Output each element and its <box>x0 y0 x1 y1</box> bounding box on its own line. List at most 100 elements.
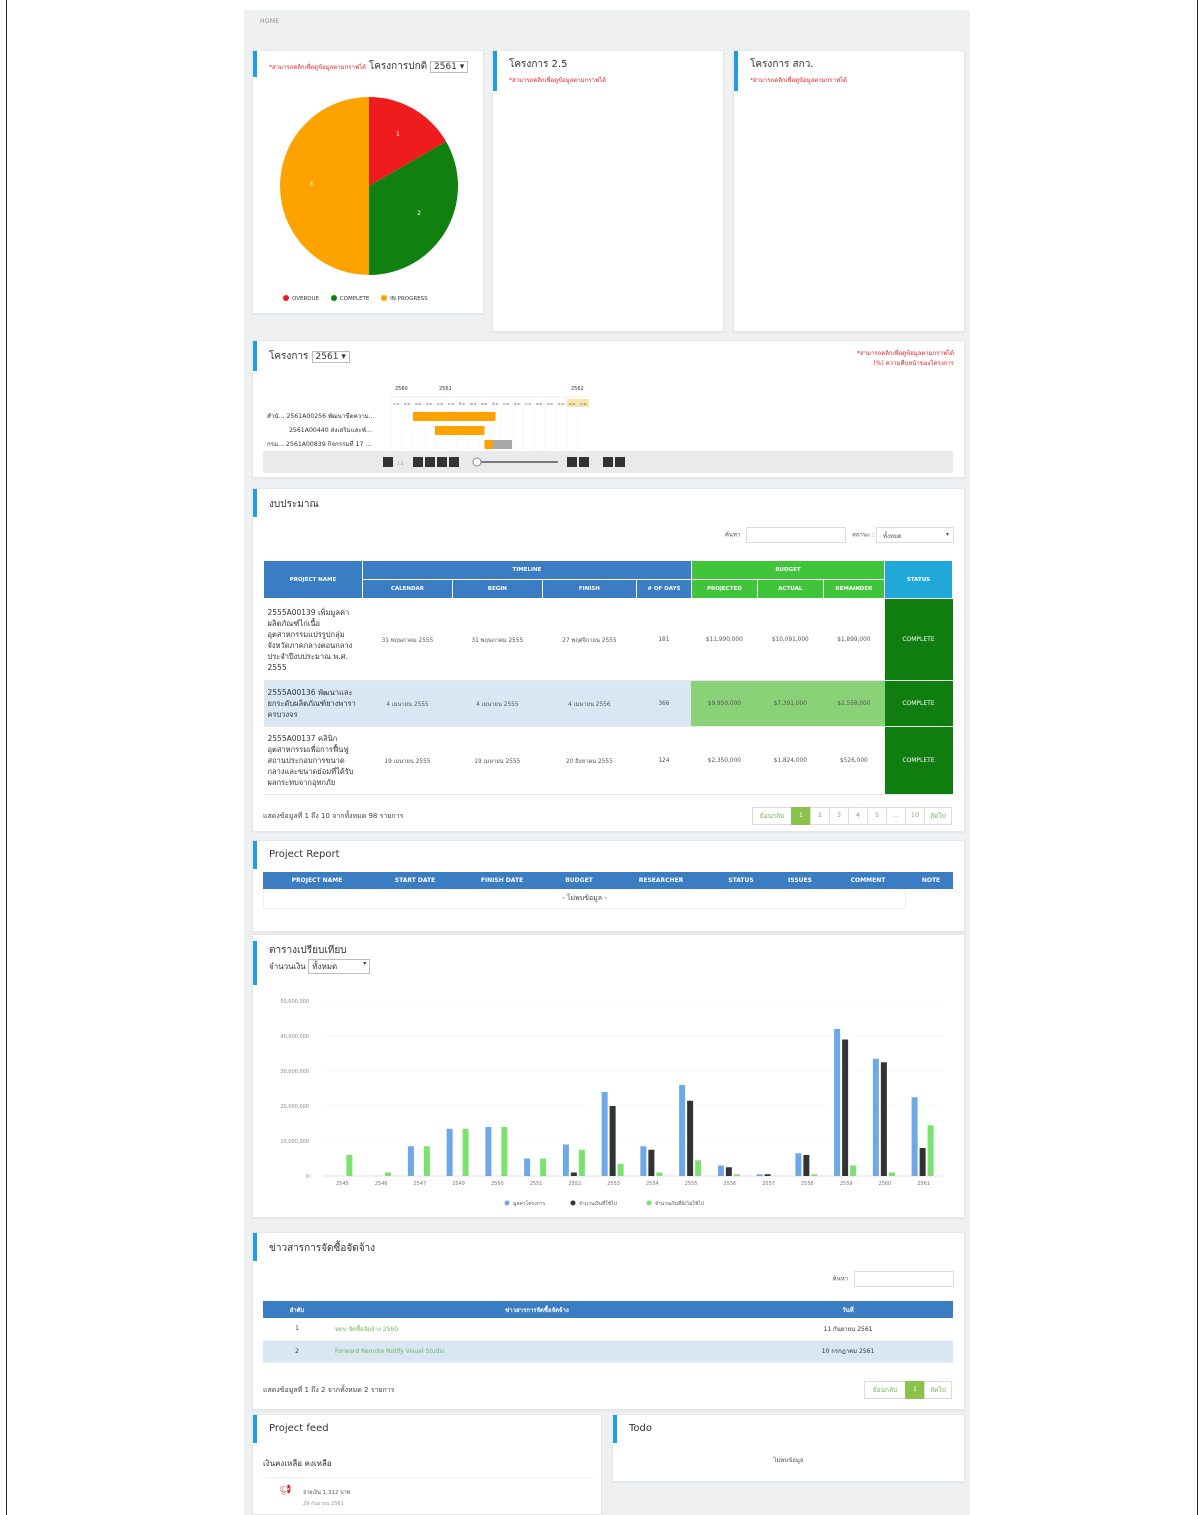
bar-project-value[interactable] <box>834 1029 841 1176</box>
status-pie-chart[interactable]: 1 2 3 <box>253 81 485 291</box>
table-row[interactable]: 2555A00137 คลินิกอุตสาหกรรมเพื่อการฟื้นฟ… <box>263 726 953 795</box>
bar-spent[interactable] <box>842 1039 849 1177</box>
bar-remaining[interactable] <box>501 1127 508 1176</box>
page-1[interactable]: 1 <box>905 1381 925 1399</box>
gantt-bar[interactable] <box>413 412 496 421</box>
bar-project-value[interactable] <box>524 1158 531 1177</box>
legend-in-progress[interactable]: IN PROGRESS <box>381 295 428 302</box>
col-begin[interactable]: BEGIN <box>451 579 543 599</box>
page-right-button[interactable] <box>615 457 625 467</box>
col-project-name[interactable]: PROJECT NAME <box>263 872 371 889</box>
feed-item-text[interactable]: จ่ายเงิน 1,312 บาท <box>303 1489 350 1497</box>
page-left-button[interactable] <box>603 457 613 467</box>
col-news[interactable]: ข่าวสารการจัดซื้อจัดจ้าง <box>331 1301 743 1318</box>
comparison-bar-chart[interactable]: 0 10,000,000 20,000,000 30,000,000 40,000,00… <box>257 985 957 1215</box>
bar-project-value[interactable] <box>679 1085 686 1176</box>
bar-remaining[interactable] <box>540 1158 547 1177</box>
legend-overdue[interactable]: OVERDUE <box>283 295 319 302</box>
bar-project-value[interactable] <box>795 1153 802 1176</box>
col-remainder[interactable]: REMAINDER <box>822 579 886 599</box>
bar-remaining[interactable] <box>733 1174 740 1176</box>
news-search-input[interactable] <box>854 1271 954 1287</box>
page-2[interactable]: 2 <box>810 807 830 825</box>
scroll-left-button[interactable] <box>567 457 577 467</box>
col-note[interactable]: NOTE <box>909 872 953 889</box>
col-date[interactable]: วันที่ <box>743 1301 953 1318</box>
col-projected[interactable]: PROJECTED <box>690 579 758 599</box>
bar-remaining[interactable] <box>927 1125 934 1176</box>
col-status[interactable]: STATUS <box>884 560 953 599</box>
bar-project-value[interactable] <box>485 1127 492 1176</box>
col-days[interactable]: # OF DAYS <box>635 579 692 599</box>
col-project-name[interactable]: PROJECT NAME <box>263 560 363 599</box>
bar-remaining[interactable] <box>578 1149 585 1176</box>
zoom-reset-button[interactable] <box>437 457 447 467</box>
zoom-fit-button[interactable] <box>383 457 393 467</box>
col-budget[interactable]: BUDGET <box>545 872 613 889</box>
zoom-in-button[interactable] <box>413 457 423 467</box>
col-calendar[interactable]: CALENDAR <box>362 579 453 599</box>
bar-project-value[interactable] <box>640 1146 647 1176</box>
year-select[interactable]: 2561 ▾ <box>311 351 350 363</box>
breadcrumb[interactable]: HOME <box>260 18 279 25</box>
scroll-right-button[interactable] <box>579 457 589 467</box>
bar-remaining[interactable] <box>811 1174 818 1176</box>
col-no[interactable]: ลำดับ <box>263 1301 331 1318</box>
page-3[interactable]: 3 <box>829 807 849 825</box>
bar-spent[interactable] <box>609 1106 616 1176</box>
page-next[interactable]: ถัดไป <box>924 807 952 825</box>
zoom-out-button[interactable] <box>425 457 435 467</box>
gantt-bar[interactable] <box>435 426 485 435</box>
bar-project-value[interactable] <box>872 1058 879 1176</box>
bar-spent[interactable] <box>919 1148 926 1176</box>
bar-remaining[interactable] <box>423 1146 430 1176</box>
zoom-full-button[interactable] <box>449 457 459 467</box>
bar-spent[interactable] <box>803 1155 810 1176</box>
col-status[interactable]: STATUS <box>709 872 773 889</box>
bar-remaining[interactable] <box>462 1128 469 1176</box>
bar-remaining[interactable] <box>346 1155 353 1176</box>
bar-project-value[interactable] <box>601 1092 608 1176</box>
col-finish[interactable]: FINISH <box>541 579 637 599</box>
page-10[interactable]: 10 <box>905 807 925 825</box>
bar-remaining[interactable] <box>850 1165 857 1177</box>
bar-project-value[interactable] <box>446 1128 453 1176</box>
zoom-slider-handle[interactable] <box>472 457 482 467</box>
page-1[interactable]: 1 <box>791 807 811 825</box>
page-prev[interactable]: ย้อนกลับ <box>864 1381 906 1399</box>
bar-project-value[interactable] <box>911 1097 918 1176</box>
bar-remaining[interactable] <box>656 1172 663 1177</box>
pie-slice-in-progress[interactable] <box>280 97 369 275</box>
page-next[interactable]: ถัดไป <box>924 1381 952 1399</box>
col-researcher[interactable]: RESEARCHER <box>613 872 709 889</box>
table-row[interactable]: 2555A00136 พัฒนาและยกระดับผลิตภัณฑ์ยางพา… <box>263 680 953 727</box>
search-input[interactable] <box>746 527 847 543</box>
bar-remaining[interactable] <box>888 1172 895 1177</box>
col-comment[interactable]: COMMENT <box>827 872 909 889</box>
legend-complete[interactable]: COMPLETE <box>330 295 369 302</box>
amount-select[interactable]: ทั้งหมด ▾ <box>308 959 371 974</box>
bar-spent[interactable] <box>725 1167 732 1176</box>
news-link[interactable]: ทดบ จัดซื้อจัดจ้าง 2560 <box>331 1318 743 1341</box>
col-start-date[interactable]: START DATE <box>371 872 459 889</box>
page-4[interactable]: 4 <box>848 807 868 825</box>
news-link[interactable]: Forward Remote Notify Visual Studio <box>331 1340 743 1363</box>
col-finish-date[interactable]: FINISH DATE <box>459 872 545 889</box>
page-5[interactable]: 5 <box>867 807 887 825</box>
status-select[interactable]: ทั้งหมด ▾ <box>876 527 954 543</box>
bar-project-value[interactable] <box>562 1144 569 1177</box>
table-row[interactable]: 2555A00139 เพิ่มมูลค่าผลิตภัณฑ์ไก่เนื้ออ… <box>263 598 953 681</box>
bar-spent[interactable] <box>648 1149 655 1176</box>
col-issues[interactable]: ISSUES <box>773 872 827 889</box>
bar-project-value[interactable] <box>407 1146 414 1176</box>
bar-remaining[interactable] <box>695 1160 702 1176</box>
year-select[interactable]: 2561 ▾ <box>430 61 469 73</box>
bar-remaining[interactable] <box>617 1163 624 1176</box>
bar-project-value[interactable] <box>717 1165 724 1177</box>
table-row[interactable]: 1 ทดบ จัดซื้อจัดจ้าง 2560 11 กันยายน 256… <box>263 1318 953 1341</box>
col-actual[interactable]: ACTUAL <box>756 579 824 599</box>
bar-spent[interactable] <box>880 1062 887 1176</box>
bar-project-value[interactable] <box>756 1174 763 1176</box>
table-row[interactable]: 2 Forward Remote Notify Visual Studio 10… <box>263 1340 953 1363</box>
gantt-chart[interactable]: 2560 2561 2562 ก.ย. ต.ค. พ.ย. ธ.ค. ม.ค. ก.พ. มี.ค… <box>263 377 963 477</box>
